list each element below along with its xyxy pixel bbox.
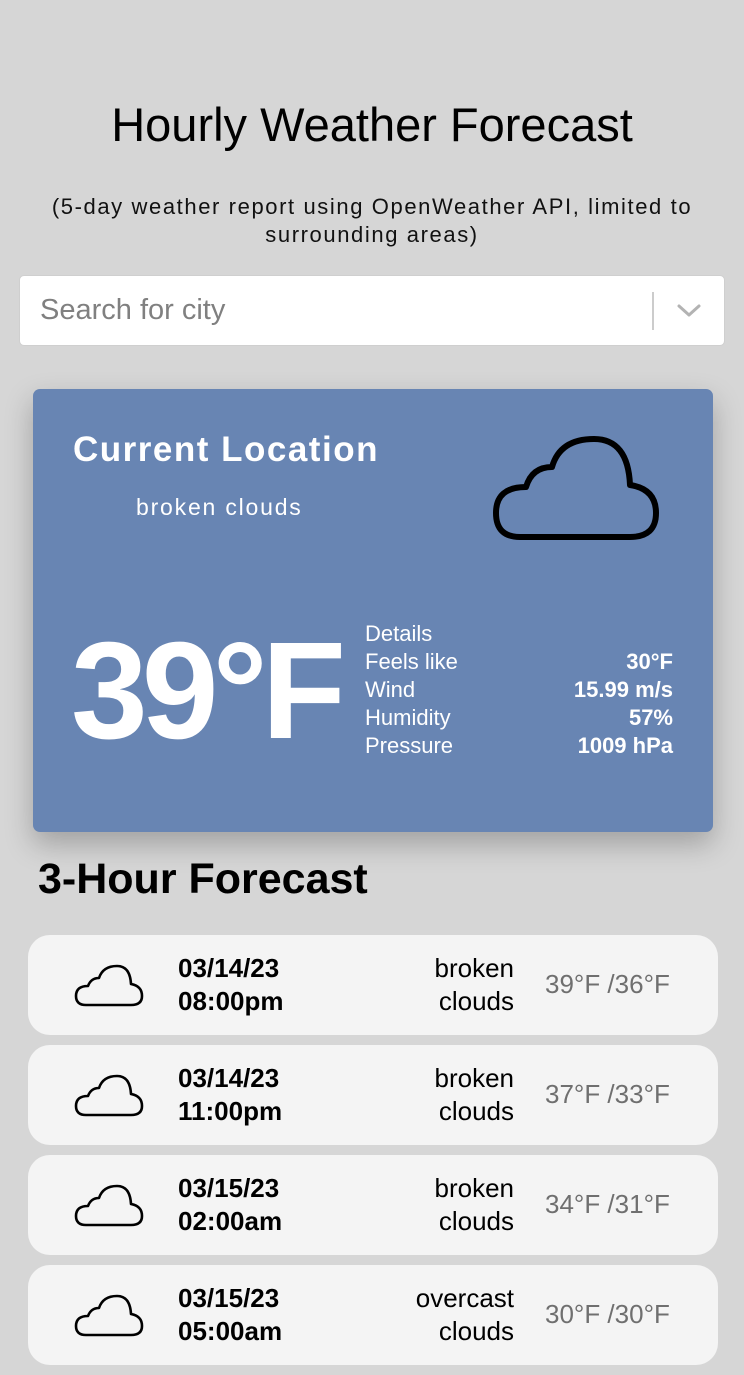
forecast-description: broken clouds <box>364 1062 515 1128</box>
current-description: broken clouds <box>136 494 303 520</box>
forecast-desc-line2: clouds <box>438 1316 514 1346</box>
forecast-datetime: 03/15/23 02:00am <box>178 1172 282 1238</box>
forecast-list: 03/14/23 08:00pm broken clouds 39°F /36°… <box>28 935 718 1375</box>
forecast-temperature: 37°F /33°F <box>545 1079 670 1109</box>
page-title: Hourly Weather Forecast <box>111 98 633 151</box>
forecast-desc-line2: clouds <box>438 986 514 1016</box>
forecast-description: overcast clouds <box>364 1282 514 1348</box>
forecast-time: 05:00am <box>178 1316 283 1346</box>
detail-label: Humidity <box>365 705 451 730</box>
forecast-date: 03/15/23 <box>178 1283 280 1313</box>
forecast-desc-line1: overcast <box>415 1283 514 1313</box>
forecast-temperature: 39°F /36°F <box>545 969 670 999</box>
cloud-icon <box>74 1294 144 1337</box>
forecast-item[interactable]: 03/15/23 05:00am overcast clouds 30°F /3… <box>28 1265 718 1365</box>
forecast-time: 08:00pm <box>178 986 284 1016</box>
forecast-datetime: 03/14/23 08:00pm <box>178 952 284 1018</box>
cloud-icon <box>74 964 144 1007</box>
forecast-time: 11:00pm <box>178 1096 283 1126</box>
forecast-section-title: 3-Hour Forecast <box>38 855 368 903</box>
detail-label: Feels like <box>365 649 458 674</box>
forecast-item[interactable]: 03/15/23 02:00am broken clouds 34°F /31°… <box>28 1155 718 1255</box>
dropdown-indicator[interactable] <box>668 292 710 330</box>
forecast-datetime: 03/14/23 11:00pm <box>178 1062 282 1128</box>
forecast-date: 03/14/23 <box>178 1063 280 1093</box>
forecast-desc-line1: broken <box>434 953 515 983</box>
forecast-item[interactable]: 03/14/23 11:00pm broken clouds 37°F /33°… <box>28 1045 718 1145</box>
forecast-desc-line1: broken <box>434 1173 515 1203</box>
current-city: Current Location <box>73 430 379 469</box>
chevron-down-icon <box>677 304 701 317</box>
detail-pressure: Pressure 1009 hPa <box>365 732 673 760</box>
cloud-icon <box>74 1184 144 1227</box>
forecast-desc-line2: clouds <box>438 1206 514 1236</box>
detail-value: 30°F <box>626 649 673 674</box>
city-search[interactable] <box>19 275 725 346</box>
cloud-icon <box>74 1074 144 1117</box>
detail-value: 1009 hPa <box>577 733 673 758</box>
details-heading-row: Details <box>365 620 673 648</box>
detail-feels-like: Feels like 30°F <box>365 648 673 676</box>
forecast-date: 03/15/23 <box>178 1173 280 1203</box>
detail-wind: Wind 15.99 m/s <box>365 676 673 704</box>
forecast-description: broken clouds <box>364 1172 515 1238</box>
detail-value: 57% <box>628 705 673 730</box>
forecast-description: broken clouds <box>364 952 515 1018</box>
detail-humidity: Humidity 57% <box>365 704 673 732</box>
search-divider <box>652 292 654 330</box>
detail-label: Wind <box>365 677 416 702</box>
forecast-datetime: 03/15/23 05:00am <box>178 1282 282 1348</box>
forecast-time: 02:00am <box>178 1206 283 1236</box>
forecast-temperature: 34°F /31°F <box>545 1189 670 1219</box>
forecast-temperature: 30°F /30°F <box>545 1299 670 1329</box>
current-weather-card: Current Location broken clouds 39°F Deta… <box>33 389 713 832</box>
page-subtitle: (5-day weather report using OpenWeather … <box>51 194 693 247</box>
search-input[interactable] <box>20 276 650 345</box>
cloud-icon <box>493 436 659 540</box>
forecast-date: 03/14/23 <box>178 953 280 983</box>
detail-value: 15.99 m/s <box>573 677 673 702</box>
current-temperature: 39°F <box>71 614 346 768</box>
details-heading: Details <box>365 621 433 646</box>
forecast-item[interactable]: 03/14/23 08:00pm broken clouds 39°F /36°… <box>28 935 718 1035</box>
weather-details: Details Feels like 30°F Wind 15.99 m/s H… <box>365 620 673 760</box>
forecast-desc-line1: broken <box>434 1063 515 1093</box>
forecast-desc-line2: clouds <box>438 1096 514 1126</box>
detail-label: Pressure <box>365 733 454 758</box>
